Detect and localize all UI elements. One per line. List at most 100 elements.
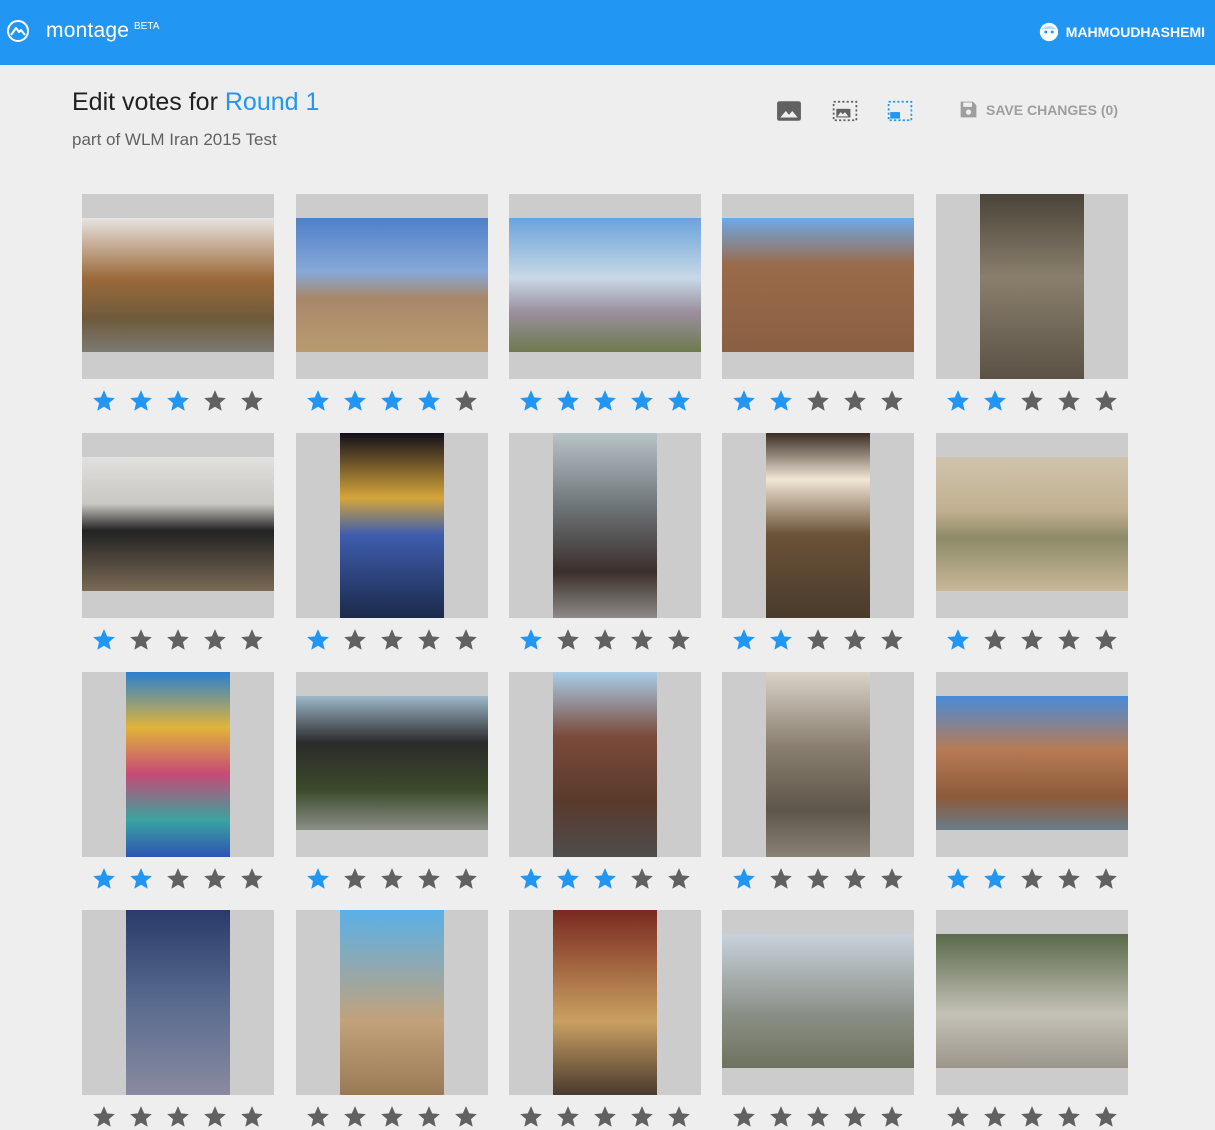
view-crop-button[interactable] (887, 98, 913, 124)
star-icon[interactable] (592, 866, 618, 892)
star-icon[interactable] (666, 627, 692, 653)
entry-thumbnail[interactable] (82, 194, 274, 379)
star-icon[interactable] (629, 388, 655, 414)
star-icon[interactable] (1093, 627, 1119, 653)
star-icon[interactable] (731, 1104, 757, 1130)
star-icon[interactable] (592, 1104, 618, 1130)
view-fit-button[interactable] (832, 98, 858, 124)
star-icon[interactable] (731, 866, 757, 892)
star-icon[interactable] (1093, 388, 1119, 414)
star-icon[interactable] (416, 1104, 442, 1130)
star-icon[interactable] (805, 866, 831, 892)
entry-thumbnail[interactable] (722, 433, 914, 618)
star-icon[interactable] (842, 388, 868, 414)
star-icon[interactable] (805, 388, 831, 414)
star-icon[interactable] (518, 1104, 544, 1130)
star-icon[interactable] (518, 866, 544, 892)
round-link[interactable]: Round 1 (225, 88, 320, 116)
star-icon[interactable] (91, 388, 117, 414)
star-icon[interactable] (91, 627, 117, 653)
star-icon[interactable] (555, 627, 581, 653)
user-menu[interactable]: MAHMOUDHASHEMI (1038, 21, 1205, 43)
star-icon[interactable] (982, 627, 1008, 653)
star-icon[interactable] (1056, 866, 1082, 892)
star-icon[interactable] (202, 1104, 228, 1130)
star-icon[interactable] (379, 866, 405, 892)
star-icon[interactable] (1056, 1104, 1082, 1130)
star-icon[interactable] (982, 1104, 1008, 1130)
star-icon[interactable] (305, 388, 331, 414)
star-icon[interactable] (666, 388, 692, 414)
star-icon[interactable] (879, 627, 905, 653)
star-icon[interactable] (518, 388, 544, 414)
star-icon[interactable] (128, 627, 154, 653)
star-icon[interactable] (945, 388, 971, 414)
entry-thumbnail[interactable] (936, 433, 1128, 618)
star-icon[interactable] (629, 1104, 655, 1130)
entry-thumbnail[interactable] (296, 672, 488, 857)
star-icon[interactable] (592, 627, 618, 653)
montage-logo-icon[interactable] (6, 19, 30, 43)
star-icon[interactable] (416, 627, 442, 653)
star-icon[interactable] (416, 866, 442, 892)
star-icon[interactable] (805, 1104, 831, 1130)
entry-thumbnail[interactable] (722, 910, 914, 1095)
star-icon[interactable] (165, 388, 191, 414)
star-icon[interactable] (879, 866, 905, 892)
star-icon[interactable] (768, 627, 794, 653)
star-icon[interactable] (1093, 1104, 1119, 1130)
star-icon[interactable] (945, 866, 971, 892)
star-icon[interactable] (239, 866, 265, 892)
star-icon[interactable] (555, 866, 581, 892)
star-icon[interactable] (416, 388, 442, 414)
star-icon[interactable] (128, 388, 154, 414)
star-icon[interactable] (555, 388, 581, 414)
entry-thumbnail[interactable] (296, 910, 488, 1095)
star-icon[interactable] (453, 627, 479, 653)
star-icon[interactable] (202, 388, 228, 414)
entry-thumbnail[interactable] (296, 194, 488, 379)
star-icon[interactable] (91, 1104, 117, 1130)
star-icon[interactable] (666, 1104, 692, 1130)
star-icon[interactable] (305, 627, 331, 653)
star-icon[interactable] (555, 1104, 581, 1130)
star-icon[interactable] (453, 1104, 479, 1130)
star-icon[interactable] (982, 866, 1008, 892)
star-icon[interactable] (629, 627, 655, 653)
star-icon[interactable] (945, 1104, 971, 1130)
star-icon[interactable] (342, 388, 368, 414)
star-icon[interactable] (305, 1104, 331, 1130)
entry-thumbnail[interactable] (722, 194, 914, 379)
entry-thumbnail[interactable] (722, 672, 914, 857)
star-icon[interactable] (128, 866, 154, 892)
star-icon[interactable] (165, 1104, 191, 1130)
star-icon[interactable] (453, 388, 479, 414)
star-icon[interactable] (879, 1104, 905, 1130)
view-image-button[interactable] (776, 98, 802, 124)
star-icon[interactable] (768, 866, 794, 892)
star-icon[interactable] (842, 1104, 868, 1130)
star-icon[interactable] (731, 627, 757, 653)
entry-thumbnail[interactable] (509, 672, 701, 857)
entry-thumbnail[interactable] (936, 910, 1128, 1095)
star-icon[interactable] (1019, 1104, 1045, 1130)
entry-thumbnail[interactable] (296, 433, 488, 618)
star-icon[interactable] (1019, 866, 1045, 892)
star-icon[interactable] (239, 1104, 265, 1130)
star-icon[interactable] (842, 627, 868, 653)
entry-thumbnail[interactable] (509, 433, 701, 618)
entry-thumbnail[interactable] (509, 194, 701, 379)
entry-thumbnail[interactable] (936, 194, 1128, 379)
star-icon[interactable] (945, 627, 971, 653)
entry-thumbnail[interactable] (82, 433, 274, 618)
entry-thumbnail[interactable] (936, 672, 1128, 857)
star-icon[interactable] (379, 627, 405, 653)
star-icon[interactable] (731, 388, 757, 414)
star-icon[interactable] (768, 1104, 794, 1130)
star-icon[interactable] (518, 627, 544, 653)
star-icon[interactable] (592, 388, 618, 414)
star-icon[interactable] (879, 388, 905, 414)
star-icon[interactable] (805, 627, 831, 653)
star-icon[interactable] (982, 388, 1008, 414)
star-icon[interactable] (666, 866, 692, 892)
